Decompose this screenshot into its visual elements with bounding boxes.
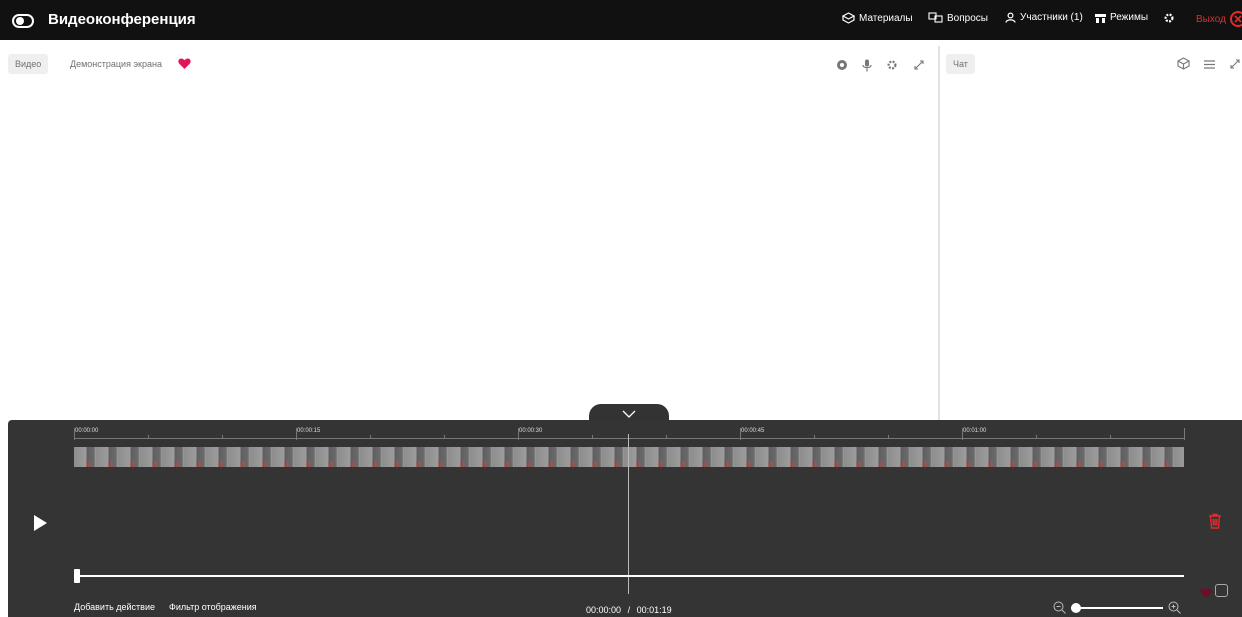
- nav-materials-label: Материалы: [859, 12, 913, 24]
- ruler-tick: [888, 435, 889, 439]
- questions-icon: [928, 12, 943, 24]
- tab-video[interactable]: Видео: [8, 54, 49, 74]
- tab-screen-share[interactable]: Демонстрация экрана: [63, 54, 169, 74]
- total-time: 00:01:19: [636, 605, 672, 615]
- zoom-in-icon[interactable]: [1168, 601, 1181, 617]
- ruler-tick: [666, 435, 667, 439]
- current-time: 00:00:00: [586, 605, 622, 615]
- ruler-tick: [1036, 435, 1037, 439]
- zoom-slider-knob[interactable]: [1071, 603, 1081, 613]
- exit-button[interactable]: Выход: [1196, 11, 1242, 27]
- delete-button[interactable]: [1208, 513, 1224, 531]
- expand-icon[interactable]: [912, 58, 926, 72]
- video-panel: Видео Демонстрация экрана: [0, 46, 938, 420]
- trim-start-handle[interactable]: [74, 569, 80, 583]
- ruler-tick: [148, 435, 149, 439]
- modes-icon: [1095, 13, 1106, 23]
- play-button[interactable]: [32, 514, 48, 532]
- display-filter-button[interactable]: Фильтр отображения: [169, 602, 257, 612]
- cube-icon[interactable]: [1176, 56, 1190, 70]
- nav-materials[interactable]: Материалы: [842, 12, 913, 24]
- settings-button[interactable]: [1163, 12, 1175, 24]
- heart-icon[interactable]: [1200, 586, 1212, 604]
- time-separator: /: [627, 605, 631, 615]
- location-icon[interactable]: [835, 58, 849, 72]
- ruler-label: 00:00:30: [519, 428, 543, 434]
- trash-icon: [1208, 513, 1222, 533]
- ruler-label: 00:01:00: [963, 428, 987, 434]
- close-circle-icon: [1229, 11, 1242, 27]
- ruler-tick: [1184, 428, 1185, 440]
- chat-icon[interactable]: [1215, 584, 1228, 597]
- play-icon: [32, 515, 48, 536]
- toggle-icon[interactable]: [12, 14, 34, 28]
- playhead[interactable]: [628, 434, 629, 594]
- nav-modes[interactable]: Режимы: [1095, 12, 1148, 23]
- menu-icon[interactable]: [1202, 57, 1216, 71]
- nav-questions-label: Вопросы: [947, 12, 988, 24]
- timeline-ruler: [74, 438, 1184, 439]
- zoom-out-icon[interactable]: [1053, 601, 1066, 617]
- nav-modes-label: Режимы: [1110, 12, 1149, 23]
- user-icon: [1005, 12, 1016, 23]
- top-bar: Видеоконференция Материалы Вопросы Участ…: [0, 0, 1242, 40]
- gear-icon[interactable]: [885, 58, 899, 72]
- timeline-panel: 00:00:00 00:00:15 00:00:30 00:00:45 00:0…: [8, 420, 1242, 617]
- video-filmstrip[interactable]: [74, 447, 1184, 467]
- ruler-tick: [444, 435, 445, 439]
- heart-icon[interactable]: [177, 57, 191, 71]
- nav-participants[interactable]: Участники (1): [1005, 12, 1083, 23]
- add-action-button[interactable]: Добавить действие: [74, 602, 155, 612]
- ruler-tick: [592, 435, 593, 439]
- app-root: Видеоконференция Материалы Вопросы Участ…: [0, 0, 1242, 617]
- ruler-tick: [222, 435, 223, 439]
- ruler-tick: [814, 435, 815, 439]
- microphone-icon[interactable]: [860, 58, 874, 72]
- nav-participants-label: Участники (1): [1020, 12, 1083, 23]
- ruler-label: 00:00:45: [741, 428, 765, 434]
- time-display: 00:00:00 / 00:01:19: [586, 605, 672, 615]
- ruler-tick: [1110, 435, 1111, 439]
- tab-chat[interactable]: Чат: [946, 54, 975, 74]
- ruler-tick: [370, 435, 371, 439]
- app-title: Видеоконференция: [48, 11, 196, 28]
- expand-icon[interactable]: [1228, 57, 1242, 71]
- chat-panel: Чат: [940, 46, 1242, 420]
- gear-icon: [1163, 12, 1175, 24]
- cube-icon: [842, 12, 855, 24]
- ruler-label: 00:00:15: [297, 428, 321, 434]
- ruler-label: 00:00:00: [75, 428, 99, 434]
- trim-range-track[interactable]: [74, 575, 1184, 577]
- nav-questions[interactable]: Вопросы: [928, 12, 988, 24]
- zoom-slider-track[interactable]: [1071, 607, 1163, 609]
- exit-label: Выход: [1196, 13, 1226, 25]
